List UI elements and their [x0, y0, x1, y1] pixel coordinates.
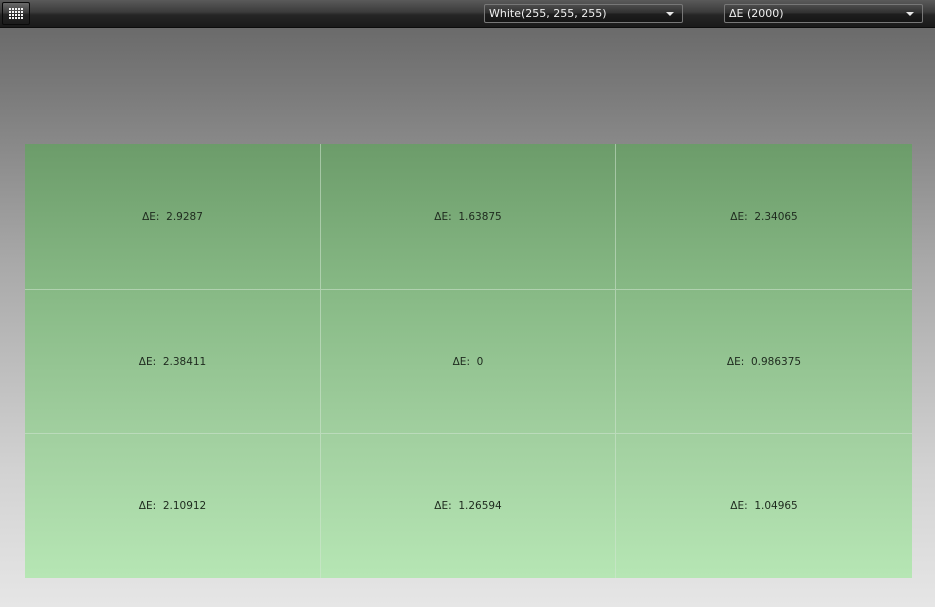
delta-e-label: ΔE: — [138, 355, 157, 368]
reference-color-dropdown[interactable]: White(255, 255, 255) — [484, 4, 683, 23]
delta-e-value: 2.9287 — [166, 210, 203, 223]
delta-e-value: 2.34065 — [754, 210, 798, 223]
grid-icon — [9, 8, 23, 19]
top-toolbar: White(255, 255, 255) ΔE (2000) — [0, 0, 935, 28]
delta-e-value: 2.10912 — [162, 500, 207, 512]
patch-cell[interactable]: ΔE: 1.26594 — [321, 434, 616, 578]
patch-cell[interactable]: ΔE: 2.10912 — [25, 434, 321, 578]
patch-cell[interactable]: ΔE: 2.34065 — [616, 144, 912, 290]
delta-e-label: ΔE: — [452, 355, 470, 368]
chevron-down-icon — [666, 12, 674, 16]
grid-layout-button[interactable] — [2, 2, 30, 25]
patch-cell[interactable]: ΔE: 0 — [321, 290, 616, 434]
patch-cell[interactable]: ΔE: 1.04965 — [616, 434, 912, 578]
metric-dropdown[interactable]: ΔE (2000) — [724, 4, 923, 23]
delta-e-value: 0 — [476, 355, 484, 368]
delta-e-value: 1.63875 — [458, 210, 502, 223]
patch-cell[interactable]: ΔE: 2.38411 — [25, 290, 321, 434]
delta-e-label: ΔE: — [142, 210, 160, 223]
reference-color-value: White(255, 255, 255) — [489, 7, 607, 20]
delta-e-value: 2.38411 — [162, 355, 207, 368]
delta-e-label: ΔE: — [434, 210, 452, 223]
patch-cell[interactable]: ΔE: 1.63875 — [321, 144, 616, 290]
delta-e-label: ΔE: — [434, 500, 452, 512]
delta-e-label: ΔE: — [730, 500, 748, 512]
color-patch-grid: ΔE: 2.9287 ΔE: 1.63875 ΔE: 2.34065 ΔE: 2… — [25, 144, 912, 578]
delta-e-value: 0.986375 — [750, 355, 802, 368]
delta-e-label: ΔE: — [730, 210, 748, 223]
patch-cell[interactable]: ΔE: 2.9287 — [25, 144, 321, 290]
metric-value: ΔE (2000) — [729, 7, 784, 20]
chevron-down-icon — [906, 12, 914, 16]
delta-e-value: 1.26594 — [458, 500, 502, 512]
delta-e-label: ΔE: — [726, 355, 745, 368]
patch-cell[interactable]: ΔE: 0.986375 — [616, 290, 912, 434]
delta-e-label: ΔE: — [138, 500, 157, 512]
delta-e-value: 1.04965 — [754, 500, 798, 512]
